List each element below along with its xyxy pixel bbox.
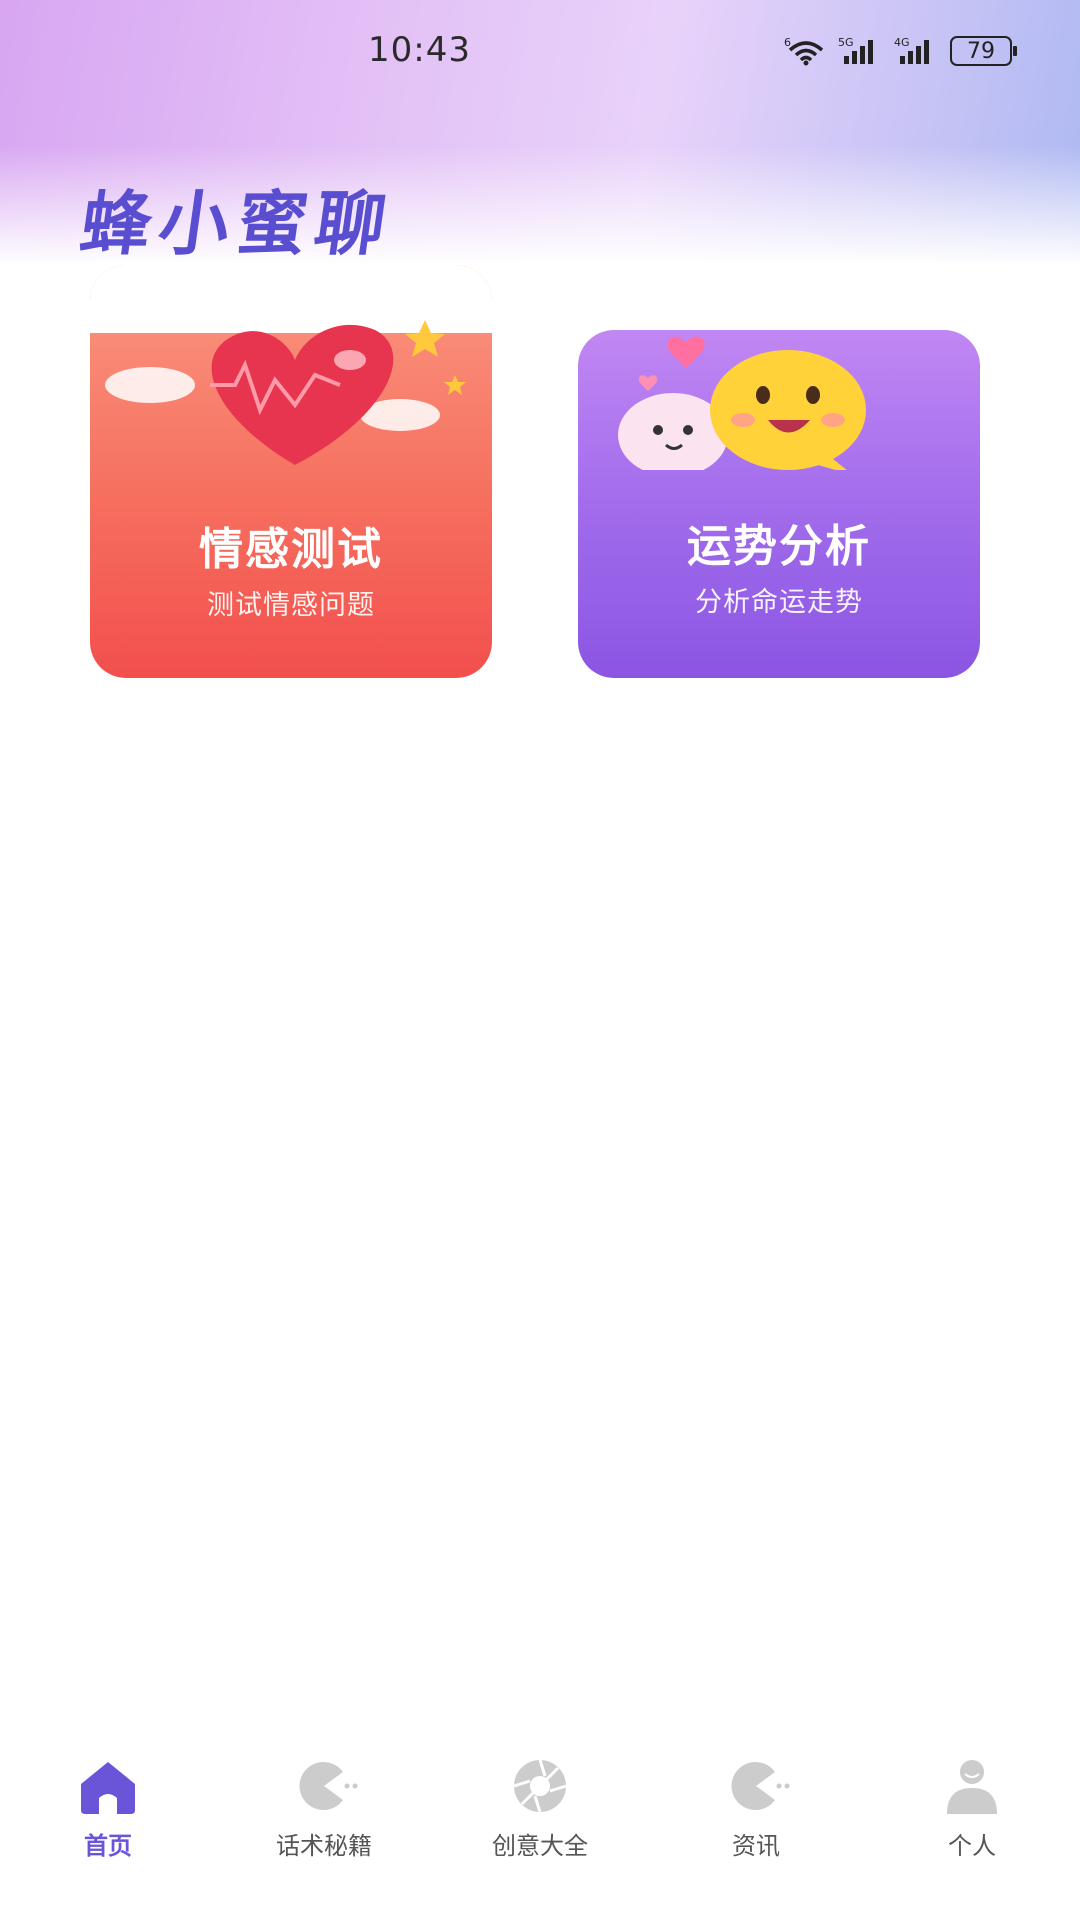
tab-scripts[interactable]: 话术秘籍 [244,1756,404,1861]
home-icon [81,1762,135,1814]
signal-5g-label: 5G [838,36,854,49]
signal-5g-icon: 5G [838,36,873,64]
app-title: 蜂小蜜聊 [75,182,400,265]
bottom-tab-bar: 首页 话术秘籍 创意大全 资讯 个人 [0,1740,1080,1880]
battery-indicator: 79 [950,36,1017,66]
tab-creative[interactable]: 创意大全 [460,1756,620,1861]
signal-4g-icon: 4G [894,36,929,64]
card-title: 情感测试 [199,524,383,575]
tab-label: 创意大全 [492,1832,588,1860]
tab-home[interactable]: 首页 [28,1756,188,1861]
aperture-icon [513,1759,567,1813]
card-title: 运势分析 [687,521,871,572]
fortune-analysis-card[interactable]: 运势分析 分析命运走势 [578,330,980,678]
emotion-test-card[interactable]: 情感测试 测试情感问题 [90,265,492,678]
card-subtitle: 测试情感问题 [207,590,375,621]
person-icon [947,1760,997,1814]
status-bar: 10:43 6 5G 4G 79 [0,0,1080,110]
tab-label: 个人 [948,1832,996,1860]
battery-level: 79 [967,38,995,64]
wifi-icon: 6 [784,36,824,66]
wifi-label: 6 [784,36,791,49]
tab-label: 资讯 [732,1832,780,1860]
tab-profile[interactable]: 个人 [892,1756,1052,1861]
tab-news[interactable]: 资讯 [676,1756,836,1861]
pacman-icon [731,1761,790,1810]
status-icons: 6 5G 4G 79 [784,36,1017,66]
winged-heart-icon [105,320,466,465]
pacman-icon [299,1761,358,1810]
tab-label: 话术秘籍 [276,1832,372,1860]
signal-4g-label: 4G [894,36,910,49]
card-subtitle: 分析命运走势 [695,587,863,618]
tab-label: 首页 [84,1832,132,1860]
status-time: 10:43 [368,30,471,70]
emoji-chat-icon [618,336,866,470]
